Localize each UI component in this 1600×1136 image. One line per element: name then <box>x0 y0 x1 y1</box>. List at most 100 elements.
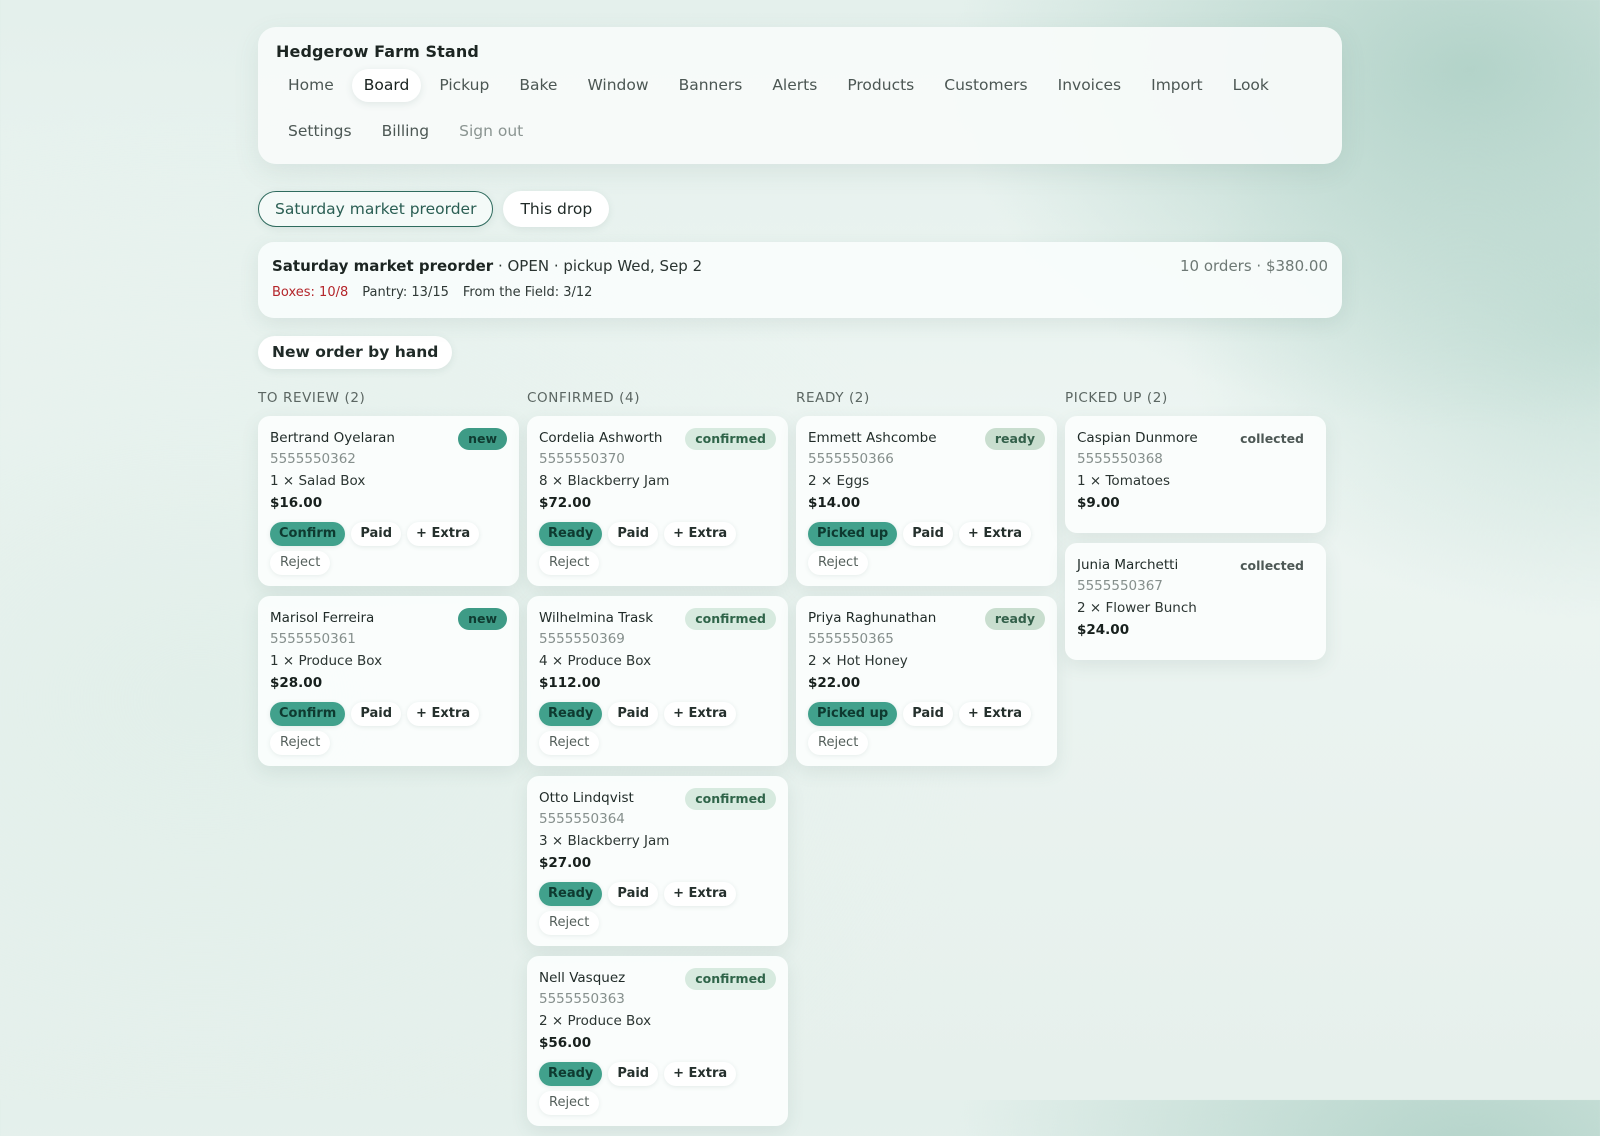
reject-button[interactable]: Reject <box>808 551 869 575</box>
order-total: $14.00 <box>808 495 861 511</box>
advance-button[interactable]: Ready <box>539 702 603 726</box>
nav-sign-out[interactable]: Sign out <box>447 115 535 148</box>
paid-button[interactable]: Paid <box>351 702 402 726</box>
customer-phone: 5555550361 <box>270 631 356 647</box>
order-total: $22.00 <box>808 675 861 691</box>
nav-customers[interactable]: Customers <box>932 69 1039 102</box>
nav-billing[interactable]: Billing <box>370 115 442 148</box>
stock-count: From the Field: 3/12 <box>462 285 593 300</box>
extra-button[interactable]: + Extra <box>664 1062 737 1086</box>
nav-products[interactable]: Products <box>835 69 926 102</box>
tab-saturday-market-preorder[interactable]: Saturday market preorder <box>258 191 494 227</box>
extra-button[interactable]: + Extra <box>407 702 480 726</box>
extra-button[interactable]: + Extra <box>664 882 737 906</box>
card-actions: Picked up Paid + Extra <box>808 702 1045 726</box>
status-badge: confirmed <box>685 788 776 810</box>
reject-button[interactable]: Reject <box>539 911 600 935</box>
advance-button[interactable]: Ready <box>539 522 603 546</box>
nav-banners[interactable]: Banners <box>667 69 755 102</box>
advance-button[interactable]: Picked up <box>808 522 898 546</box>
reject-button[interactable]: Reject <box>808 731 869 755</box>
stock-counts: Boxes: 10/8 Pantry: 13/15 From the Field: … <box>272 284 1328 302</box>
nav-import[interactable]: Import <box>1139 69 1214 102</box>
page-wrap: Hedgerow Farm Stand Home Board Pickup Bake W… <box>258 27 1342 369</box>
customer-phone: 5555550368 <box>1077 451 1163 467</box>
order-card: Nell Vasquez 5555550363 2 × Produce Box $56… <box>527 956 788 1126</box>
extra-button[interactable]: + Extra <box>958 522 1032 546</box>
status-badge: collected <box>1240 558 1304 573</box>
nav-bake[interactable]: Bake <box>507 69 569 102</box>
order-line: 4 × Produce Box <box>539 653 652 669</box>
paid-button[interactable]: Paid <box>351 522 402 546</box>
reject-button[interactable]: Reject <box>539 731 600 755</box>
advance-button[interactable]: Confirm <box>270 522 346 546</box>
tab-this-drop[interactable]: This drop <box>503 191 610 227</box>
advance-button[interactable]: Picked up <box>808 702 898 726</box>
nav-look[interactable]: Look <box>1221 69 1281 102</box>
new-order-button[interactable]: New order by hand <box>258 336 453 369</box>
paid-button[interactable]: Paid <box>608 882 659 906</box>
customer-phone: 5555550364 <box>539 811 625 827</box>
status-badge: ready <box>984 608 1045 630</box>
order-line: 2 × Hot Honey <box>808 653 908 669</box>
order-card: Marisol Ferreira 5555550361 1 × Produce Bo… <box>258 596 519 766</box>
reject-button[interactable]: Reject <box>270 551 331 575</box>
card-actions: Confirm Paid + Extra <box>270 522 507 546</box>
customer-phone: 5555550365 <box>808 631 894 647</box>
extra-button[interactable]: + Extra <box>407 522 480 546</box>
card-actions: Ready Paid + Extra <box>539 522 776 546</box>
card-actions: Ready Paid + Extra <box>539 1062 776 1086</box>
order-line: 8 × Blackberry Jam <box>539 473 670 489</box>
nav-window[interactable]: Window <box>575 69 660 102</box>
summary-title: Saturday market preorder <box>272 257 494 275</box>
column-title: READY (2) <box>796 390 870 406</box>
order-total: $16.00 <box>270 495 323 511</box>
customer-phone: 5555550366 <box>808 451 894 467</box>
nav-alerts[interactable]: Alerts <box>760 69 829 102</box>
extra-button[interactable]: + Extra <box>664 702 737 726</box>
paid-button[interactable]: Paid <box>608 522 659 546</box>
reject-button[interactable]: Reject <box>270 731 331 755</box>
order-total: $27.00 <box>539 855 592 871</box>
order-line: 3 × Blackberry Jam <box>539 833 670 849</box>
advance-button[interactable]: Confirm <box>270 702 346 726</box>
paid-button[interactable]: Paid <box>903 702 953 726</box>
order-total: $28.00 <box>270 675 323 691</box>
reject-button[interactable]: Reject <box>539 551 600 575</box>
order-line: 1 × Tomatoes <box>1077 473 1171 489</box>
nav-settings[interactable]: Settings <box>276 115 364 148</box>
app-header: Hedgerow Farm Stand Home Board Pickup Bake W… <box>258 27 1342 164</box>
column-cards: Bertrand Oyelaran 5555550362 1 × Salad Box… <box>258 416 519 766</box>
column-title: PICKED UP (2) <box>1065 390 1168 406</box>
main-nav: Home Board Pickup Bake Window Banners Alerts Pr… <box>276 69 1324 148</box>
summary-totals: 10 orders · $380.00 <box>1179 257 1328 275</box>
status-badge: new <box>458 608 507 630</box>
paid-button[interactable]: Paid <box>903 522 953 546</box>
extra-button[interactable]: + Extra <box>664 522 737 546</box>
paid-button[interactable]: Paid <box>608 702 659 726</box>
nav-board[interactable]: Board <box>351 69 422 102</box>
sale-summary: Saturday market preorder · OPEN · pickup… <box>258 242 1342 318</box>
reject-button[interactable]: Reject <box>539 1091 600 1115</box>
order-total: $56.00 <box>539 1035 592 1051</box>
order-card: Otto Lindqvist 5555550364 3 × Blackberry J… <box>527 776 788 946</box>
order-total: $112.00 <box>539 675 601 691</box>
paid-button[interactable]: Paid <box>608 1062 659 1086</box>
nav-home[interactable]: Home <box>276 69 346 102</box>
advance-button[interactable]: Ready <box>539 1062 603 1086</box>
status-badge: confirmed <box>685 428 776 450</box>
order-total: $72.00 <box>539 495 592 511</box>
brand-name: Hedgerow Farm Stand <box>276 42 479 61</box>
order-card: Wilhelmina Trask 5555550369 4 × Produce Bo… <box>527 596 788 766</box>
column-title: TO REVIEW (2) <box>258 390 366 406</box>
stock-count: Boxes: 10/8 <box>272 285 349 300</box>
card-actions: Ready Paid + Extra <box>539 702 776 726</box>
nav-pickup[interactable]: Pickup <box>427 69 501 102</box>
order-card: Caspian Dunmore 5555550368 1 × Tomatoes $9.… <box>1065 416 1326 533</box>
extra-button[interactable]: + Extra <box>958 702 1032 726</box>
order-line: 2 × Flower Bunch <box>1077 600 1197 616</box>
order-card: Cordelia Ashworth 5555550370 8 × Blackberr… <box>527 416 788 586</box>
order-total: $24.00 <box>1077 622 1130 638</box>
advance-button[interactable]: Ready <box>539 882 603 906</box>
nav-invoices[interactable]: Invoices <box>1046 69 1134 102</box>
